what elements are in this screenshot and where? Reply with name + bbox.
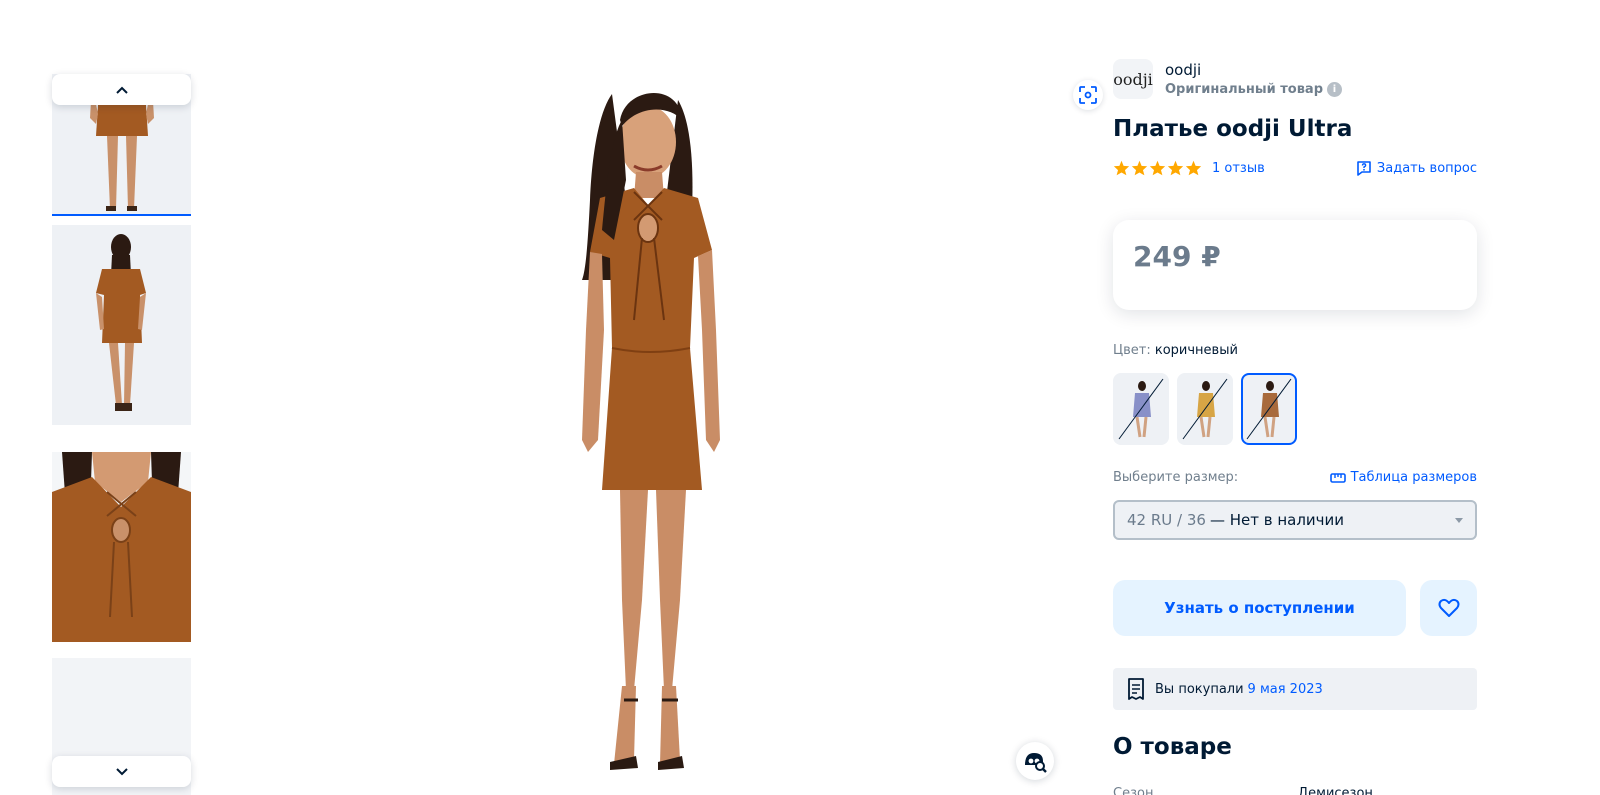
- swatch-mustard[interactable]: [1177, 373, 1233, 445]
- thumbnail-neckline-detail[interactable]: [52, 452, 191, 642]
- zoom-button[interactable]: [1073, 80, 1103, 110]
- brand-logo[interactable]: oodji: [1113, 59, 1153, 99]
- size-table-link[interactable]: Таблица размеров: [1329, 470, 1477, 485]
- reviews-link[interactable]: 1 отзыв: [1212, 161, 1265, 176]
- visual-search-icon: [1025, 753, 1047, 773]
- thumbnails-scroll-down-button[interactable]: [52, 756, 191, 787]
- size-label: Выберите размер:: [1113, 470, 1239, 485]
- original-product-label: Оригинальный товар: [1165, 82, 1324, 97]
- color-swatches: [1113, 373, 1297, 445]
- chevron-up-icon: [115, 86, 128, 94]
- color-label: Цвет: коричневый: [1113, 343, 1238, 358]
- color-label-text: Цвет:: [1113, 343, 1151, 358]
- star-icon: [1113, 160, 1130, 176]
- heart-icon: [1438, 598, 1459, 617]
- thumbnails-scroll-up-button[interactable]: [52, 74, 191, 105]
- notify-arrival-button[interactable]: Узнать о поступлении: [1113, 580, 1406, 636]
- purchased-prefix: Вы покупали: [1155, 681, 1244, 697]
- swatch-brown[interactable]: [1241, 373, 1297, 445]
- star-icon: [1131, 160, 1148, 176]
- purchased-date-link[interactable]: 9 мая 2023: [1248, 682, 1323, 697]
- original-product-badge: Оригинальный товар i: [1165, 82, 1343, 97]
- star-icon: [1149, 160, 1166, 176]
- visual-search-button[interactable]: [1016, 742, 1054, 780]
- favorite-button[interactable]: [1420, 580, 1477, 636]
- thumbnail-list: [52, 74, 191, 795]
- product-info-panel: oodji oodji Оригинальный товар i Платье …: [1113, 0, 1477, 795]
- size-table-label: Таблица размеров: [1350, 470, 1477, 485]
- star-icon: [1167, 160, 1184, 176]
- focus-scan-icon: [1079, 86, 1097, 104]
- brand-row: oodji oodji Оригинальный товар i: [1113, 59, 1343, 99]
- swatch-blue[interactable]: [1113, 373, 1169, 445]
- brand-name-link[interactable]: oodji: [1165, 61, 1342, 79]
- size-select-status: — Нет в наличии: [1209, 511, 1345, 529]
- ruler-icon: [1329, 472, 1346, 483]
- thumbnail-back-view[interactable]: [52, 225, 191, 425]
- star-icon: [1185, 160, 1202, 176]
- brand-text: oodji Оригинальный товар i: [1165, 61, 1343, 97]
- product-title: Платье oodji Ultra: [1113, 116, 1353, 142]
- main-product-image[interactable]: [210, 0, 1103, 795]
- rating-row: 1 отзыв Задать вопрос: [1113, 160, 1477, 176]
- info-icon[interactable]: i: [1327, 82, 1343, 97]
- ask-question-label: Задать вопрос: [1376, 160, 1477, 176]
- price-card: 249 ₽: [1113, 220, 1477, 310]
- product-photo: [582, 92, 720, 770]
- rating-stars[interactable]: [1113, 160, 1202, 176]
- ask-question-link[interactable]: Задать вопрос: [1356, 160, 1477, 176]
- about-product-title: О товаре: [1113, 734, 1232, 760]
- purchased-notice: Вы покупали 9 мая 2023: [1113, 668, 1477, 710]
- chevron-down-icon: [115, 767, 128, 775]
- spec-key: Сезон: [1113, 786, 1154, 795]
- question-bubble-icon: [1357, 161, 1371, 176]
- receipt-icon: [1128, 678, 1144, 700]
- spec-value: Демисезон: [1298, 786, 1373, 795]
- caret-down-icon: [1455, 517, 1463, 523]
- size-select[interactable]: 42 RU / 36 — Нет в наличии: [1113, 500, 1477, 540]
- selected-color: коричневый: [1154, 343, 1238, 358]
- price-value: 249 ₽: [1133, 240, 1221, 273]
- size-select-value: 42 RU / 36: [1127, 511, 1206, 529]
- spec-row: Сезон Демисезон: [1113, 786, 1477, 795]
